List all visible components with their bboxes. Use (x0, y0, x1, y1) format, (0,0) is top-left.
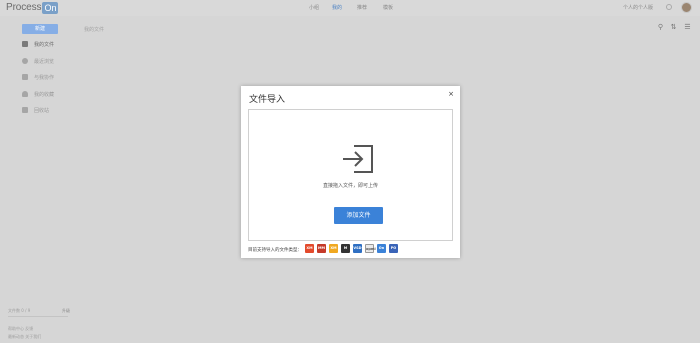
import-dialog: 文件导入 × 直接拖入文件，即可上传 添加文件 目前支持导入的文件类型： XM M… (241, 86, 460, 258)
nav-item-groups[interactable]: 小组 (309, 4, 319, 12)
file-type-icon: PO (389, 244, 398, 253)
nav-item-recommended[interactable]: 推荐 (357, 4, 367, 12)
nav-item-mine[interactable]: 我的 (332, 4, 342, 12)
sidebar-item-recent[interactable]: 最近浏览 (22, 56, 54, 66)
file-type-icon: On (377, 244, 386, 253)
supported-types-label: 目前支持导入的文件类型： (248, 248, 302, 253)
sidebar-item-trash[interactable]: 回收站 (22, 105, 49, 115)
list-view-icon[interactable]: ☰ (684, 24, 691, 31)
heart-icon (22, 91, 28, 97)
trash-icon (22, 107, 28, 113)
sidebar-item-label: 与我协作 (34, 74, 55, 81)
dialog-title: 文件导入 (249, 95, 286, 105)
sidebar-item-shared[interactable]: 与我协作 (22, 72, 54, 82)
footer-links-2[interactable]: 最新动态 关于我们 (8, 334, 41, 340)
file-type-icon: XM (329, 244, 338, 253)
bell-icon[interactable] (666, 4, 672, 10)
search-icon[interactable]: ⚲ (657, 24, 664, 31)
drop-hint: 直接拖入文件，即可上传 (322, 183, 378, 189)
breadcrumb: 我的文件 (84, 27, 105, 33)
import-icon (343, 145, 373, 173)
sidebar-item-label: 回收站 (34, 107, 50, 114)
sidebar-item-label: 我的收藏 (34, 91, 55, 98)
footer-links[interactable]: 帮助中心 反馈 (8, 326, 33, 332)
sidebar-item-favorites[interactable]: 我的收藏 (22, 89, 54, 99)
clock-icon (22, 58, 28, 64)
sidebar-item-label: 最近浏览 (34, 58, 55, 65)
new-button[interactable]: 新建 (22, 24, 58, 34)
sort-icon[interactable]: ⇅ (670, 24, 677, 31)
add-file-button[interactable]: 添加文件 (334, 207, 383, 224)
file-type-icon: M (341, 244, 350, 253)
people-icon (22, 74, 28, 80)
user-name[interactable]: 个人的个人版 (623, 4, 653, 12)
avatar[interactable] (681, 2, 692, 13)
close-icon[interactable]: × (448, 90, 454, 98)
sidebar-item-my-files[interactable]: 我的文件 (22, 39, 54, 49)
sidebar-item-label: 我的文件 (34, 41, 55, 48)
storage-label: 文件数 0 / 9 (8, 308, 31, 313)
file-type-icon: opml (365, 244, 376, 253)
storage-bar (8, 316, 68, 317)
top-bar: Process On 小组 我的 推荐 模板 个人的个人版 (0, 0, 700, 16)
file-type-icon: MM (317, 244, 326, 253)
upgrade-link[interactable]: 升级 (62, 308, 70, 314)
top-nav: 小组 我的 推荐 模板 (0, 4, 700, 12)
drop-zone[interactable]: 直接拖入文件，即可上传 添加文件 (248, 109, 453, 241)
nav-item-templates[interactable]: 模板 (383, 4, 393, 12)
file-type-icon: XM (305, 244, 314, 253)
home-icon (22, 41, 28, 47)
file-type-icon: VSD (353, 244, 362, 253)
